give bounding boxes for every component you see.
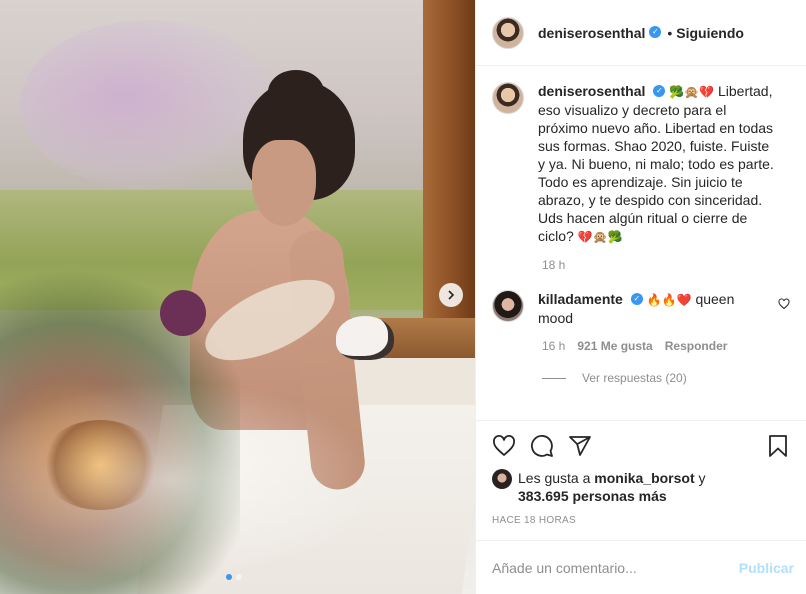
publish-button[interactable]: Publicar — [739, 560, 794, 576]
caption-emoji-prefix: 🥦🙊💔 — [669, 85, 715, 99]
liker-username[interactable]: monika_borsot — [594, 470, 694, 486]
author-avatar[interactable] — [492, 16, 524, 49]
comment-like-count[interactable]: 921 Me gusta — [577, 339, 652, 353]
action-icons-row — [492, 431, 790, 461]
likes-count[interactable]: 383.695 personas más — [518, 488, 667, 504]
view-replies-button[interactable]: Ver respuestas (20) — [542, 371, 790, 385]
comment-input[interactable] — [492, 559, 739, 576]
view-replies-label: Ver respuestas (20) — [582, 371, 687, 385]
post-photo[interactable] — [0, 0, 475, 594]
photo-person-face — [252, 140, 316, 226]
comment-emoji: 🔥🔥❤️ — [646, 293, 692, 307]
caption-username[interactable]: deniserosenthal — [538, 83, 645, 99]
posted-time[interactable]: HACE 18 HORAS — [492, 515, 790, 540]
caption-text: Libertad, eso visualizo y decreto para e… — [538, 83, 774, 244]
chevron-right-icon — [448, 290, 455, 300]
caption-emoji-suffix: 💔🙊🥦 — [577, 230, 623, 244]
comment-meta: 16 h 921 Me gusta Responder — [542, 339, 790, 353]
carousel-dot — [236, 574, 242, 580]
add-comment-form: Publicar — [476, 540, 806, 594]
likes-text: Les gusta a monika_borsot y 383.695 pers… — [518, 469, 706, 505]
post-actions: Les gusta a monika_borsot y 383.695 pers… — [476, 420, 806, 540]
following-button[interactable]: Siguiendo — [676, 25, 744, 41]
caption-timestamp[interactable]: 18 h — [542, 258, 790, 272]
comment-icon[interactable] — [530, 434, 554, 458]
heart-icon[interactable] — [492, 434, 516, 458]
share-icon[interactable] — [568, 434, 592, 458]
carousel-next-button[interactable] — [439, 283, 463, 307]
photo-blossom — [20, 20, 280, 190]
comment-body: killadamente ✓ 🔥🔥❤️ queen mood — [538, 290, 768, 327]
photo-flower-purple — [160, 290, 206, 336]
comment-reply-button[interactable]: Responder — [665, 339, 728, 353]
comment-time[interactable]: 16 h — [542, 339, 565, 353]
caption: deniserosenthal ✓ 🥦🙊💔 Libertad, eso visua… — [492, 82, 790, 246]
bookmark-icon[interactable] — [766, 434, 790, 458]
comments-area[interactable]: deniserosenthal ✓ 🥦🙊💔 Libertad, eso visua… — [476, 66, 806, 420]
replies-divider — [542, 377, 566, 379]
caption-avatar[interactable] — [492, 82, 524, 114]
comment-avatar[interactable] — [492, 290, 524, 322]
verified-badge-icon: ✓ — [653, 85, 666, 98]
carousel-dot-active — [226, 574, 232, 580]
carousel-indicator — [226, 574, 242, 580]
comment-item: killadamente ✓ 🔥🔥❤️ queen mood — [492, 290, 790, 327]
action-icons-left — [492, 434, 766, 458]
author-username[interactable]: deniserosenthal — [538, 25, 645, 41]
likes-joiner: y — [698, 470, 706, 486]
comment-like-heart-icon[interactable] — [778, 298, 790, 310]
post-side-panel: deniserosenthal ✓ • Siguiendo deniserose… — [475, 0, 806, 594]
post-container: deniserosenthal ✓ • Siguiendo deniserose… — [0, 0, 806, 594]
liker-avatar[interactable] — [492, 469, 512, 489]
header-separator: • — [667, 24, 673, 41]
verified-badge-icon: ✓ — [630, 293, 643, 306]
photo-person-bun — [268, 70, 324, 114]
likes-prefix: Les gusta a — [518, 470, 591, 486]
comment-username[interactable]: killadamente — [538, 291, 623, 307]
caption-body: deniserosenthal ✓ 🥦🙊💔 Libertad, eso visua… — [538, 82, 778, 246]
photo-dog — [336, 316, 394, 360]
photo-window-frame — [423, 0, 475, 330]
verified-badge-icon: ✓ — [649, 25, 662, 38]
post-header: deniserosenthal ✓ • Siguiendo — [476, 0, 806, 66]
likes-summary: Les gusta a monika_borsot y 383.695 pers… — [492, 469, 790, 505]
